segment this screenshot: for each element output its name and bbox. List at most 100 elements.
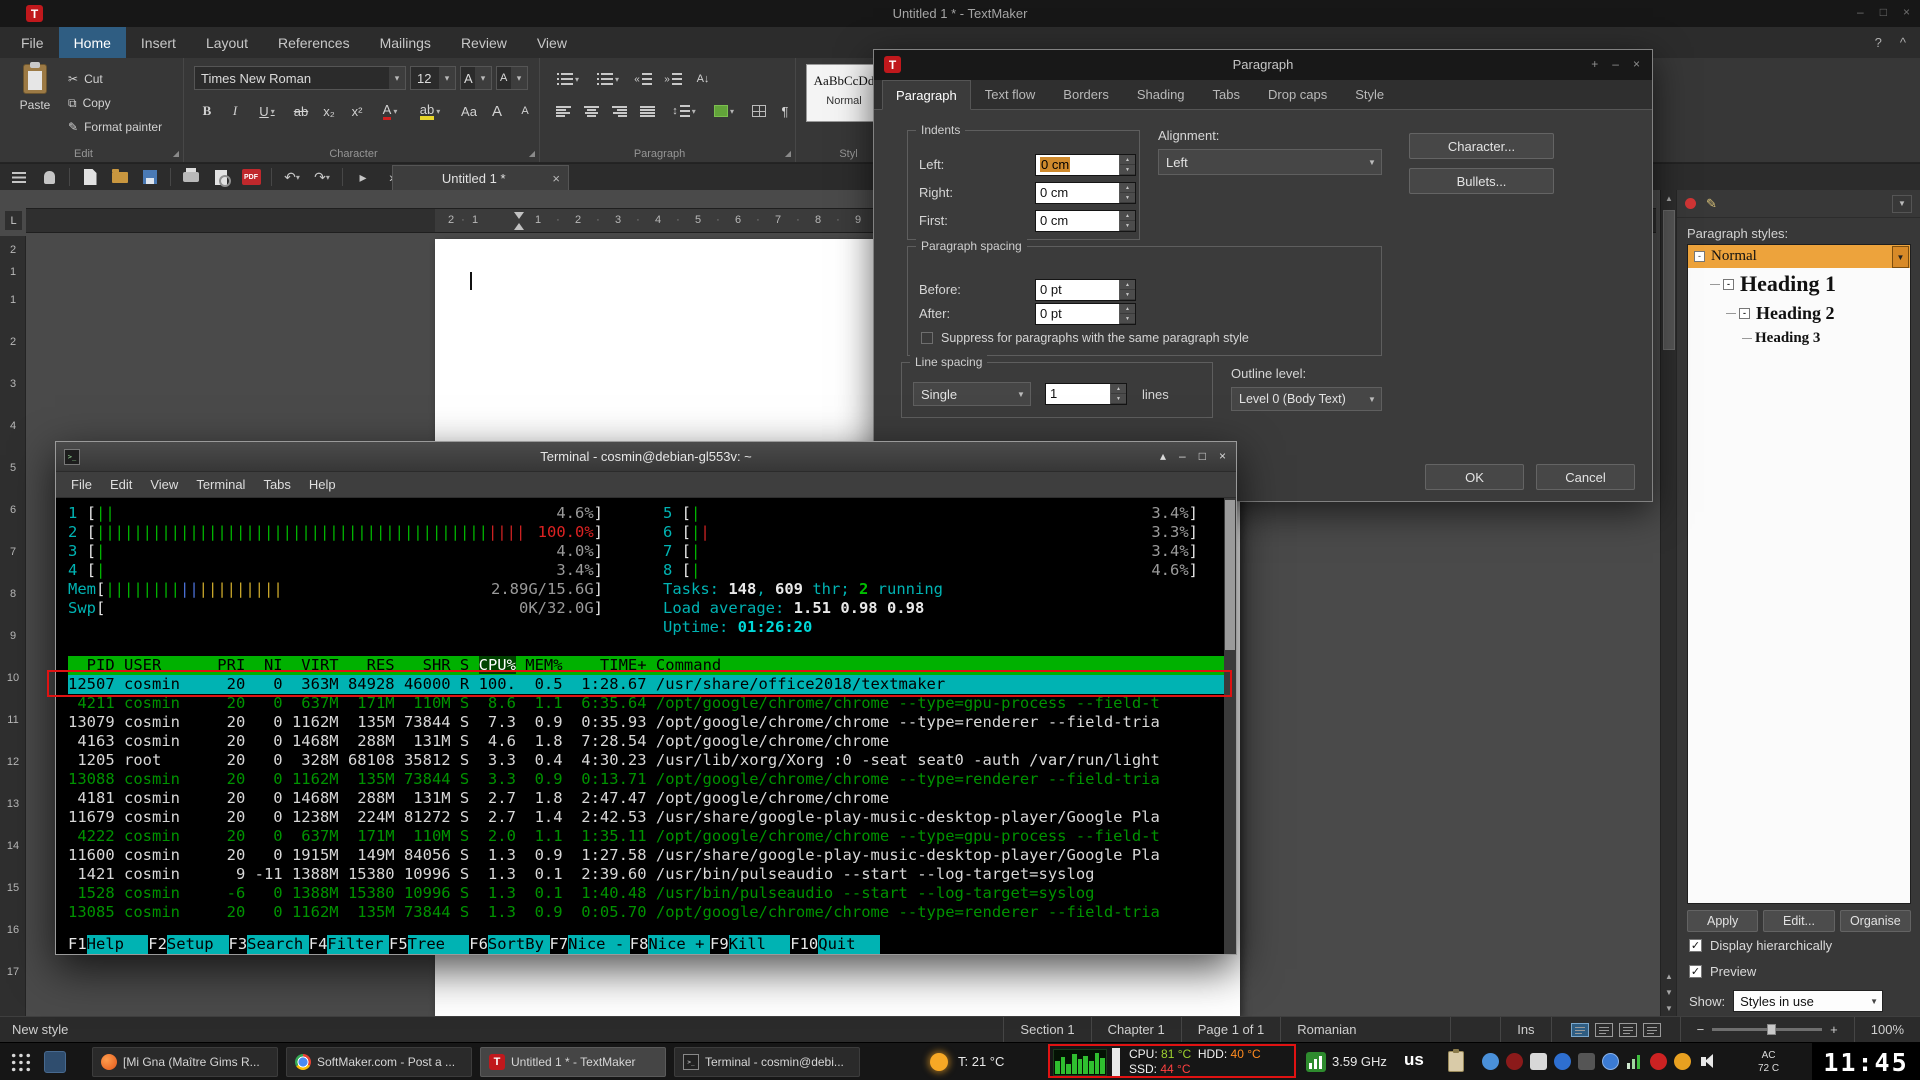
shading-color-button[interactable]: ▾ xyxy=(706,98,742,124)
shade-window-icon[interactable]: ▴ xyxy=(1160,449,1166,463)
line-spacing-mode-dropdown[interactable]: Single▼ xyxy=(913,382,1031,406)
dialog-close-button[interactable]: × xyxy=(1633,57,1640,71)
close-window-icon[interactable]: × xyxy=(1219,449,1226,463)
menu-item-references[interactable]: References xyxy=(263,27,365,58)
left-indent-spinner[interactable]: ▲▼ xyxy=(1119,155,1135,175)
save-button[interactable] xyxy=(137,165,163,189)
update-tray-icon[interactable] xyxy=(1650,1053,1667,1070)
fkey-f6[interactable]: F6SortBy xyxy=(469,935,549,954)
bullet-list-button[interactable]: ▾ xyxy=(550,66,586,92)
right-indent-spinner[interactable]: ▲▼ xyxy=(1119,183,1135,203)
next-page-button[interactable]: ▼ xyxy=(1661,984,1677,1000)
select-tool-button[interactable]: ▸ xyxy=(350,165,376,189)
shrink-font-button[interactable]: A xyxy=(512,98,538,124)
dialog-pin-button[interactable]: + xyxy=(1591,57,1598,71)
bluetooth-tray-icon[interactable] xyxy=(1482,1053,1499,1070)
font-size-combo[interactable]: 12▾ xyxy=(410,66,456,90)
help-icon[interactable]: ? xyxy=(1875,35,1882,50)
process-row[interactable]: 1421 cosmin 9 -11 1388M 15380 10996 S 1.… xyxy=(68,865,1224,884)
bullets-button[interactable]: Bullets... xyxy=(1409,168,1554,194)
strikethrough-button[interactable]: ab xyxy=(288,98,314,124)
dialog-titlebar[interactable]: T Paragraph + – × xyxy=(874,50,1652,80)
italic-button[interactable]: I xyxy=(222,98,248,124)
tree-collapse-icon[interactable]: - xyxy=(1739,308,1750,319)
menu-item-mailings[interactable]: Mailings xyxy=(365,27,446,58)
process-row[interactable]: 1205 root 20 0 328M 68108 35812 S 3.3 0.… xyxy=(68,751,1224,770)
process-row[interactable]: 12507 cosmin 20 0 363M 84928 46000 R 100… xyxy=(68,675,1224,694)
settings-tray-icon[interactable] xyxy=(1578,1053,1595,1070)
terminal-titlebar[interactable]: >_ Terminal - cosmin@debian-gl553v: ~ ▴ … xyxy=(56,442,1236,472)
after-spacing-field[interactable]: 0 pt ▲▼ xyxy=(1035,303,1136,325)
chevron-down-icon[interactable]: ▾ xyxy=(389,67,405,89)
maximize-button[interactable]: □ xyxy=(1880,5,1887,19)
document-scrollbar[interactable]: ▲ ▲ ▼ ▼ xyxy=(1660,190,1676,1016)
line-spacing-value-field[interactable]: 1 ▲▼ xyxy=(1045,383,1127,405)
paragraph-dialog-launcher-icon[interactable]: ◢ xyxy=(785,149,791,158)
insert-mode-indicator[interactable]: Ins xyxy=(1500,1017,1550,1042)
align-right-button[interactable] xyxy=(606,98,632,124)
minimize-button[interactable]: – xyxy=(1857,5,1864,19)
chevron-down-icon[interactable]: ▾ xyxy=(439,67,455,89)
dialog-tab-paragraph[interactable]: Paragraph xyxy=(882,80,971,110)
subscript-button[interactable]: x₂ xyxy=(316,98,342,124)
grow-font-button[interactable]: A xyxy=(484,98,510,124)
reader-view-button[interactable] xyxy=(1619,1023,1637,1037)
terminal-scrollbar[interactable] xyxy=(1224,498,1236,954)
style-gallery-cell[interactable]: AaBbCcDd Normal xyxy=(806,64,882,122)
launcher-icon[interactable] xyxy=(44,1051,66,1073)
style-item-normal[interactable]: -Normal xyxy=(1688,245,1910,268)
menu-item-review[interactable]: Review xyxy=(446,27,522,58)
process-row[interactable]: 11600 cosmin 20 0 1915M 149M 84056 S 1.3… xyxy=(68,846,1224,865)
media-player-tray-icon[interactable] xyxy=(1506,1053,1523,1070)
scrollbar-thumb[interactable] xyxy=(1663,210,1675,350)
collapse-ribbon-icon[interactable]: ^ xyxy=(1900,35,1906,50)
dialog-tab-borders[interactable]: Borders xyxy=(1049,80,1123,109)
align-left-button[interactable] xyxy=(550,98,576,124)
dialog-minimize-button[interactable]: – xyxy=(1612,57,1619,71)
fkey-f4[interactable]: F4Filter xyxy=(309,935,389,954)
process-row[interactable]: 4181 cosmin 20 0 1468M 288M 131M S 2.7 1… xyxy=(68,789,1224,808)
zoom-level[interactable]: 100% xyxy=(1854,1017,1920,1042)
taskbar-window-terminal-cosmin-debi[interactable]: >_Terminal - cosmin@debi... xyxy=(674,1047,860,1077)
process-row[interactable]: 13088 cosmin 20 0 1162M 135M 73844 S 3.3… xyxy=(68,770,1224,789)
dialog-tab-tabs[interactable]: Tabs xyxy=(1199,80,1254,109)
after-spacing-spinner[interactable]: ▲▼ xyxy=(1119,304,1135,324)
document-tab[interactable]: Untitled 1 * × xyxy=(392,165,569,190)
bold-button[interactable]: B xyxy=(194,98,220,124)
menu-item-layout[interactable]: Layout xyxy=(191,27,263,58)
sort-button[interactable]: A↓ xyxy=(690,66,716,92)
organise-styles-button[interactable]: Organise xyxy=(1840,910,1911,932)
process-row[interactable]: 4222 cosmin 20 0 637M 171M 110M S 2.0 1.… xyxy=(68,827,1224,846)
clock[interactable]: 11:45 xyxy=(1812,1043,1920,1080)
dialog-tab-text-flow[interactable]: Text flow xyxy=(971,80,1050,109)
terminal-output[interactable]: 1 [||4.6%]5 [|3.4%]2 [||||||||||||||||||… xyxy=(56,498,1236,954)
first-indent-field[interactable]: 0 cm ▲▼ xyxy=(1035,210,1136,232)
fkey-f7[interactable]: F7Nice - xyxy=(550,935,630,954)
left-indent-marker[interactable] xyxy=(514,223,524,230)
taskbar-window-softmaker-com-post-a[interactable]: SoftMaker.com - Post a ... xyxy=(286,1047,472,1077)
first-line-indent-marker[interactable] xyxy=(514,212,524,219)
before-spacing-field[interactable]: 0 pt ▲▼ xyxy=(1035,279,1136,301)
paste-button[interactable]: Paste xyxy=(10,64,60,112)
terminal-menu-tabs[interactable]: Tabs xyxy=(254,477,299,492)
cut-button[interactable]: ✂Cut xyxy=(68,68,103,90)
process-row[interactable]: 1528 cosmin -6 0 1388M 15380 10996 S 1.3… xyxy=(68,884,1224,903)
numbered-list-button[interactable]: ▾ xyxy=(590,66,626,92)
dialog-tab-shading[interactable]: Shading xyxy=(1123,80,1199,109)
pan-tool-button[interactable] xyxy=(36,165,62,189)
menu-item-home[interactable]: Home xyxy=(59,27,126,58)
grow-font-dropdown[interactable]: A▾ xyxy=(460,66,492,90)
fullscreen-view-button[interactable] xyxy=(1643,1023,1661,1037)
dialog-tab-style[interactable]: Style xyxy=(1341,80,1398,109)
fkey-f1[interactable]: F1Help xyxy=(68,935,148,954)
status-page[interactable]: Page 1 of 1 xyxy=(1181,1017,1281,1042)
fkey-f3[interactable]: F3Search xyxy=(229,935,309,954)
zoom-slider-thumb[interactable] xyxy=(1767,1024,1776,1035)
taskbar-window-mi-gna-ma-tre-gims-r[interactable]: [Mi Gna (Maître Gims R... xyxy=(92,1047,278,1077)
redo-button[interactable]: ↷▾ xyxy=(309,165,335,189)
fkey-f8[interactable]: F8Nice + xyxy=(630,935,710,954)
ok-button[interactable]: OK xyxy=(1425,464,1524,490)
terminal-menu-help[interactable]: Help xyxy=(300,477,345,492)
borders-button[interactable] xyxy=(746,98,772,124)
increase-indent-button[interactable]: » xyxy=(660,66,686,92)
